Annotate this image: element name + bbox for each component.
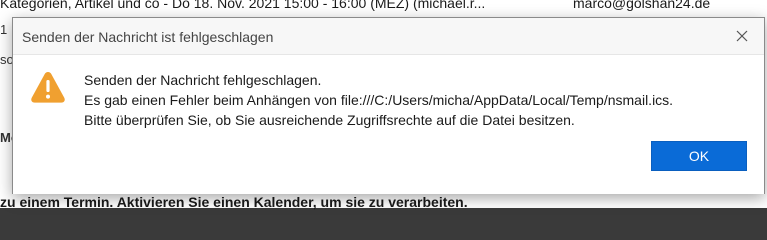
recipient-address: marco@golshan24.de	[573, 0, 711, 11]
warning-icon	[31, 72, 65, 103]
ok-button[interactable]: OK	[651, 141, 747, 171]
close-button[interactable]	[720, 18, 764, 54]
close-icon	[736, 30, 748, 42]
error-dialog: Senden der Nachricht ist fehlgeschlagen …	[12, 17, 765, 194]
message-line: Senden der Nachricht fehlgeschlagen.	[84, 72, 322, 88]
dialog-content: Senden der Nachricht fehlgeschlagen. Es …	[13, 55, 764, 194]
calendar-notice: zu einem Termin. Aktivieren Sie einen Ka…	[0, 194, 468, 210]
dialog-title-bar: Senden der Nachricht ist fehlgeschlagen	[13, 18, 764, 55]
background-fragment: 1	[0, 22, 8, 37]
dialog-title: Senden der Nachricht ist fehlgeschlagen	[22, 29, 274, 45]
error-message: Senden der Nachricht fehlgeschlagen. Es …	[84, 70, 673, 130]
message-line: Bitte überprüfen Sie, ob Sie ausreichend…	[84, 112, 575, 128]
event-subject: Kategorien, Artikel und co - Do 18. Nov.…	[0, 0, 486, 11]
message-line: Es gab einen Fehler beim Anhängen von fi…	[84, 92, 674, 108]
